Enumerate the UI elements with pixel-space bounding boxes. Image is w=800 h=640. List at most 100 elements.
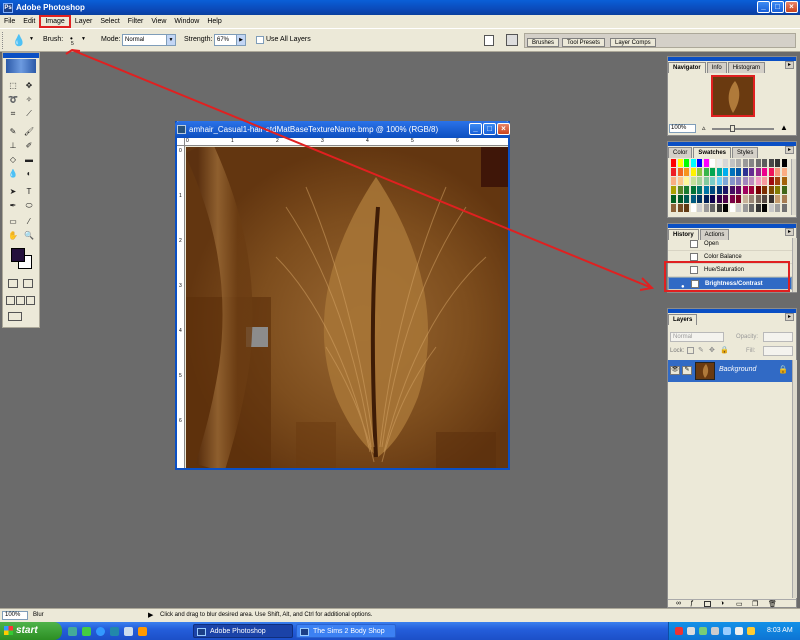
tray-icon[interactable] [711, 627, 719, 635]
eraser-tool-icon[interactable]: ◇ [6, 153, 20, 166]
quicklaunch-app-icon[interactable] [68, 627, 77, 636]
color-swatch[interactable] [755, 186, 762, 194]
color-swatch[interactable] [723, 168, 729, 176]
color-swatch[interactable] [684, 204, 690, 212]
horizontal-ruler[interactable]: 0 1 2 3 4 5 6 [185, 138, 508, 146]
color-swatch[interactable] [742, 177, 749, 185]
tab-layers[interactable]: Layers [668, 314, 698, 325]
color-swatch[interactable] [781, 204, 788, 212]
path-selection-tool-icon[interactable]: ➤ [6, 185, 20, 198]
color-swatch[interactable] [710, 204, 716, 212]
color-swatch[interactable] [742, 204, 749, 212]
color-swatch[interactable] [710, 195, 716, 203]
color-swatch[interactable] [775, 168, 781, 176]
color-swatch[interactable] [697, 186, 703, 194]
color-swatch[interactable] [684, 177, 690, 185]
color-swatch[interactable] [762, 186, 768, 194]
history-scrollbar[interactable] [792, 238, 797, 292]
ruler-origin[interactable] [177, 138, 185, 146]
color-swatch[interactable] [677, 159, 684, 167]
adjustment-layer-icon[interactable]: ◑ [720, 600, 724, 607]
menu-view[interactable]: View [147, 16, 170, 27]
color-swatch[interactable] [729, 186, 736, 194]
hair-texture-canvas[interactable] [186, 147, 508, 468]
options-bar-grip[interactable] [2, 32, 5, 49]
magic-wand-tool-icon[interactable]: ✧ [22, 93, 36, 106]
color-swatch[interactable] [677, 204, 684, 212]
marquee-tool-icon[interactable]: ⬚ [6, 79, 20, 92]
color-swatch[interactable] [768, 186, 775, 194]
color-swatch[interactable] [781, 177, 788, 185]
color-swatch[interactable] [710, 159, 716, 167]
color-swatch[interactable] [723, 204, 729, 212]
color-swatch[interactable] [775, 204, 781, 212]
minimize-button[interactable]: _ [757, 1, 770, 13]
menu-file[interactable]: File [0, 16, 19, 27]
color-swatch[interactable] [768, 204, 775, 212]
color-swatch[interactable] [729, 204, 736, 212]
well-tab-layer-comps[interactable]: Layer Comps [610, 38, 656, 47]
color-swatch[interactable] [749, 168, 755, 176]
gradient-tool-icon[interactable]: ▬ [22, 153, 36, 166]
palette-menu-icon[interactable]: ▸ [785, 146, 794, 154]
color-swatch[interactable] [749, 204, 755, 212]
trash-icon[interactable]: 🗑 [768, 600, 777, 608]
color-swatch[interactable] [729, 177, 736, 185]
color-swatch[interactable] [781, 168, 788, 176]
color-swatch[interactable] [768, 168, 775, 176]
tray-icon[interactable] [747, 627, 755, 635]
color-swatch[interactable] [684, 186, 690, 194]
foreground-color-swatch[interactable] [11, 248, 25, 262]
menu-filter[interactable]: Filter [124, 16, 148, 27]
close-button[interactable]: × [785, 1, 798, 13]
color-swatch[interactable] [703, 195, 710, 203]
dodge-tool-icon[interactable]: ◐ [22, 167, 36, 180]
lock-transparency-icon[interactable] [687, 347, 694, 354]
menu-edit[interactable]: Edit [19, 16, 39, 27]
strength-field[interactable]: 67% ▶ [214, 34, 246, 46]
color-swatch[interactable] [755, 159, 762, 167]
history-item-hue-saturation[interactable]: Hue/Saturation [668, 264, 792, 277]
color-swatch[interactable] [716, 186, 723, 194]
tab-info[interactable]: Info [706, 62, 727, 73]
color-swatch[interactable] [671, 168, 677, 176]
color-swatch[interactable] [703, 159, 710, 167]
link-layers-icon[interactable]: ∞ [676, 600, 681, 607]
color-swatch[interactable] [671, 186, 677, 194]
screen-mode-full-icon[interactable] [26, 296, 35, 305]
color-swatch[interactable] [749, 177, 755, 185]
menu-select[interactable]: Select [96, 16, 123, 27]
layer-style-icon[interactable]: ƒ [690, 600, 694, 607]
brush-picker[interactable]: • 5 ▼ [68, 34, 86, 47]
shape-tool-icon[interactable]: ⬭ [22, 199, 36, 212]
menu-layer[interactable]: Layer [71, 16, 97, 27]
brush-tool-icon[interactable]: 🖌 [22, 125, 36, 138]
use-all-layers-checkbox[interactable] [256, 36, 264, 44]
brush-link-icon[interactable]: ✎ [682, 366, 692, 375]
zoom-out-icon[interactable]: ▵ [702, 124, 706, 132]
color-swatch[interactable] [684, 168, 690, 176]
color-swatch[interactable] [677, 177, 684, 185]
color-swatch[interactable] [755, 177, 762, 185]
blend-mode-select[interactable]: Normal [670, 332, 724, 342]
quicklaunch-app-icon[interactable] [82, 627, 91, 636]
tab-color[interactable]: Color [668, 147, 693, 158]
color-swatch[interactable] [716, 204, 723, 212]
color-swatch[interactable] [671, 195, 677, 203]
color-swatch[interactable] [690, 168, 697, 176]
color-swatch[interactable] [742, 195, 749, 203]
color-swatch[interactable] [710, 168, 716, 176]
blur-tool-icon[interactable]: 💧 [6, 167, 20, 180]
navigator-thumbnail[interactable] [711, 75, 755, 117]
document-close-button[interactable]: × [497, 123, 510, 135]
screen-mode-standard-icon[interactable] [6, 296, 15, 305]
color-swatch[interactable] [723, 159, 729, 167]
lock-move-icon[interactable]: ✥ [709, 346, 715, 354]
color-swatch[interactable] [671, 177, 677, 185]
eye-visibility-icon[interactable]: 👁 [670, 366, 680, 375]
opacity-field[interactable] [763, 332, 793, 342]
layer-mask-icon[interactable] [704, 601, 711, 607]
zoom-in-icon[interactable]: ▲ [780, 123, 788, 132]
color-swatch[interactable] [690, 195, 697, 203]
history-item-open[interactable]: Open [668, 238, 792, 251]
